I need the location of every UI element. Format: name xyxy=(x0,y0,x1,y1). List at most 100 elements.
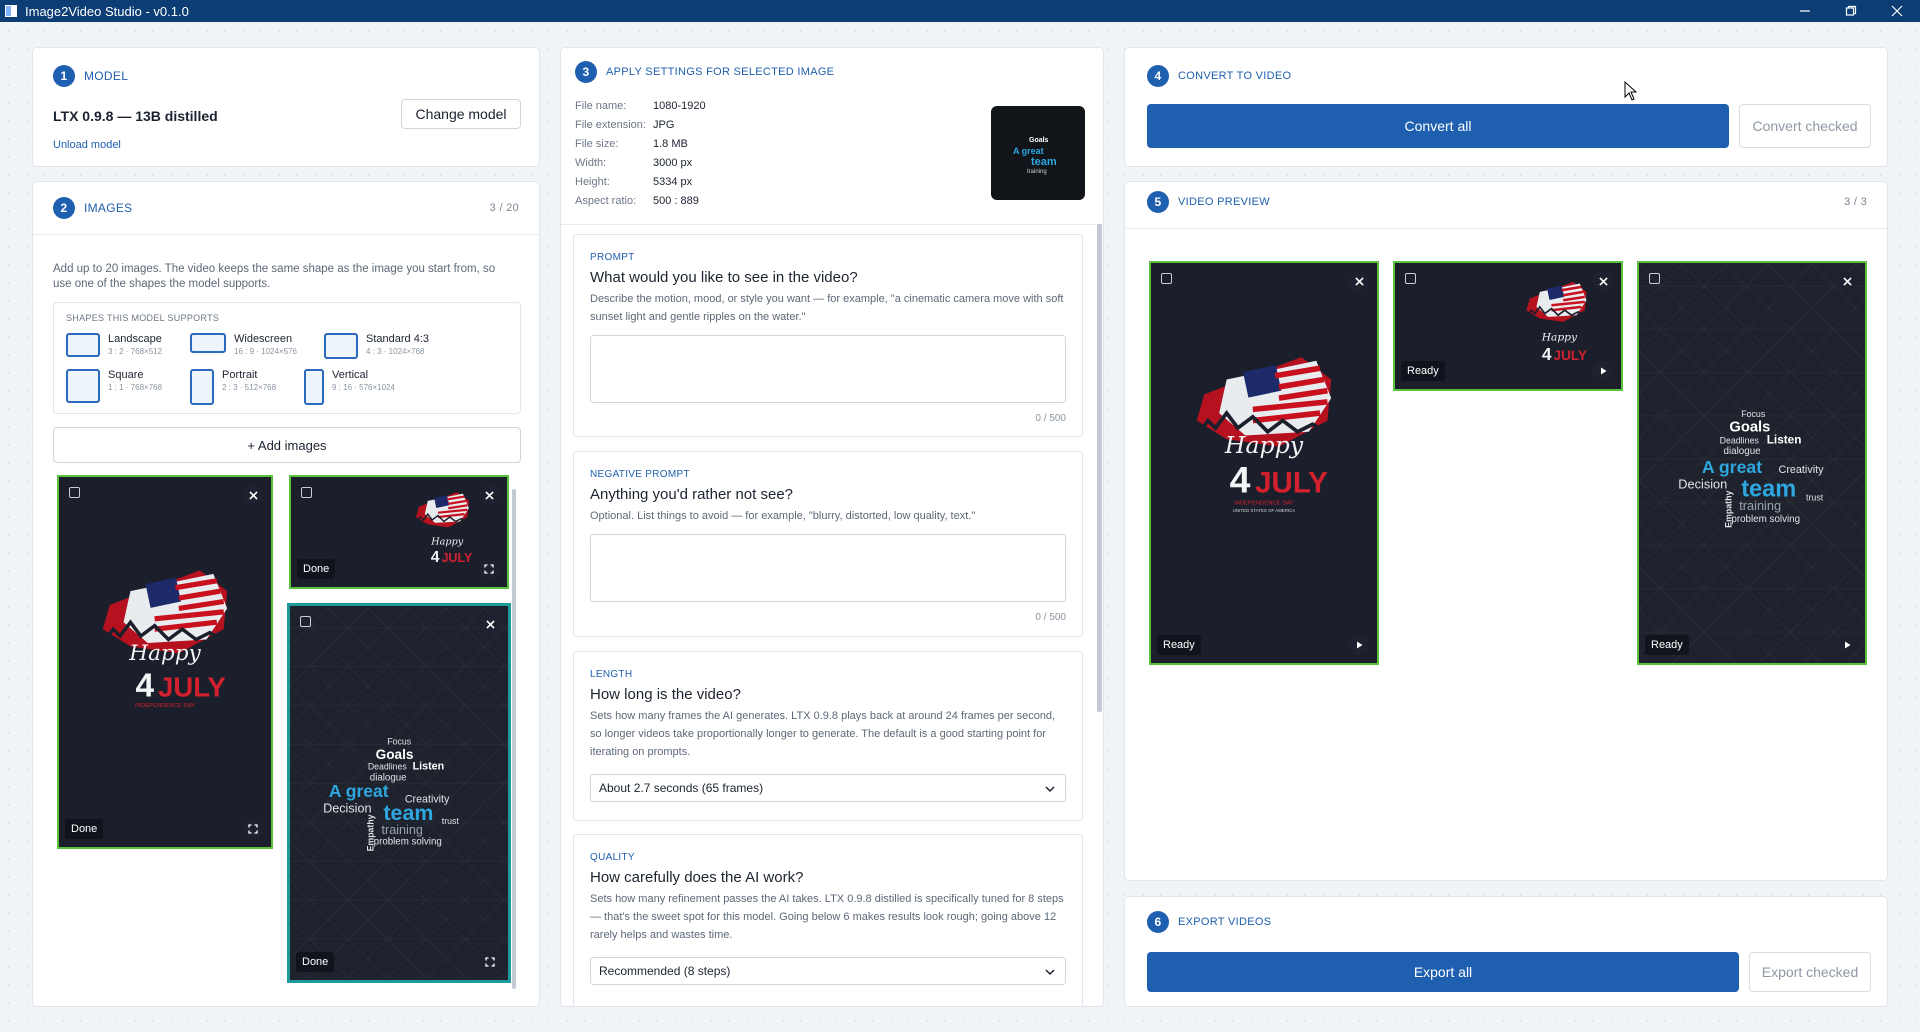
select-checkbox[interactable] xyxy=(1161,273,1172,284)
select-checkbox[interactable] xyxy=(301,487,312,498)
remove-video-button[interactable] xyxy=(1349,271,1369,291)
shape-spec: 16 : 9 · 1024×576 xyxy=(234,347,297,356)
shape-name: Vertical xyxy=(332,369,369,381)
art-july: JULY xyxy=(1554,348,1587,363)
add-images-button[interactable]: + Add images xyxy=(53,427,521,463)
image-thumbnail-2[interactable]: Happy 4 JULY Done xyxy=(289,475,509,589)
close-icon xyxy=(248,490,258,500)
remove-video-button[interactable] xyxy=(1593,271,1613,291)
unload-model-link[interactable]: Unload model xyxy=(53,139,121,151)
meta-value: JPG xyxy=(653,119,675,131)
play-button[interactable] xyxy=(1837,635,1857,655)
wc-goals: Goals xyxy=(1729,420,1770,436)
expand-button[interactable] xyxy=(479,559,499,579)
step-number: 2 xyxy=(53,197,75,219)
card-title: What would you like to see in the video? xyxy=(590,269,858,286)
card-label: PROMPT xyxy=(590,252,635,263)
meta-value: 1.8 MB xyxy=(653,138,688,150)
minimize-icon xyxy=(1800,10,1810,12)
export-all-button[interactable]: Export all xyxy=(1147,952,1739,992)
wc-team: team xyxy=(1031,156,1057,168)
minimize-button[interactable] xyxy=(1782,0,1828,22)
art-sub: INDEPENDENCE DAY xyxy=(1234,500,1294,506)
step-number: 6 xyxy=(1147,911,1169,933)
length-select[interactable]: About 2.7 seconds (65 frames) xyxy=(590,774,1066,802)
select-checkbox[interactable] xyxy=(300,616,311,627)
video-thumbnail-3[interactable]: Focus Goals Deadlines Listen dialogue A … xyxy=(1637,261,1867,665)
wc-great: A great xyxy=(1702,457,1762,477)
card-title: How carefully does the AI work? xyxy=(590,869,804,886)
shape-spec: 2 : 3 · 512×768 xyxy=(222,383,277,392)
card-description: Sets how many frames the AI generates. L… xyxy=(590,710,1056,758)
shape-portrait: Portrait 2 : 3 · 512×768 xyxy=(190,369,276,405)
remove-image-button[interactable] xyxy=(479,485,499,505)
model-panel: 1 MODEL LTX 0.9.8 — 13B distilled Change… xyxy=(32,47,540,167)
close-icon xyxy=(1842,276,1852,286)
select-checkbox[interactable] xyxy=(69,487,80,498)
shape-name: Square xyxy=(108,369,144,381)
card-title: How long is the video? xyxy=(590,686,741,703)
convert-section-header: 4 CONVERT TO VIDEO xyxy=(1147,65,1291,87)
close-window-button[interactable] xyxy=(1874,0,1920,22)
video-thumbnail-2[interactable]: Happy 4 JULY Ready xyxy=(1393,261,1623,391)
prompt-input[interactable] xyxy=(590,335,1066,403)
window-title: Image2Video Studio - v0.1.0 xyxy=(25,3,189,19)
status-badge: Done xyxy=(65,819,104,839)
restore-button[interactable] xyxy=(1828,0,1874,22)
wc-great: A great xyxy=(1013,146,1044,156)
wc-problem: problem solving xyxy=(1731,514,1800,525)
shape-square: Square 1 : 1 · 768×768 xyxy=(66,369,162,403)
images-count: 3 / 20 xyxy=(489,202,519,214)
card-label: LENGTH xyxy=(590,669,633,680)
close-icon xyxy=(485,619,495,629)
play-button[interactable] xyxy=(1349,635,1369,655)
square-shape-icon xyxy=(66,369,100,403)
select-checkbox[interactable] xyxy=(1649,273,1660,284)
convert-checked-button[interactable]: Convert checked xyxy=(1739,104,1871,148)
change-model-button[interactable]: Change model xyxy=(401,99,521,129)
section-heading: IMAGES xyxy=(84,201,133,215)
video-thumbnail-1[interactable]: Happy 4 JULY INDEPENDENCE DAY UNITED STA… xyxy=(1149,261,1379,665)
export-checked-button[interactable]: Export checked xyxy=(1749,952,1871,992)
shape-name: Landscape xyxy=(108,333,162,345)
art-july: JULY xyxy=(1255,466,1328,499)
teamwork-video: Focus Goals Deadlines Listen dialogue A … xyxy=(1639,264,1865,662)
wc-goals: Goals xyxy=(1029,137,1049,144)
section-heading: MODEL xyxy=(84,69,129,83)
video-preview-panel: 5 VIDEO PREVIEW 3 / 3 Happy 4 JULY INDEP… xyxy=(1124,181,1888,881)
wc-goals: Goals xyxy=(376,747,414,762)
image-thumbnail-3-selected[interactable]: Focus Goals Deadlines Listen dialogue A … xyxy=(287,603,511,983)
remove-image-button[interactable] xyxy=(243,485,263,505)
art-four: 4 xyxy=(136,667,155,704)
image-thumbnail-1[interactable]: Happy 4 JULY INDEPENDENCE DAY Done xyxy=(57,475,273,849)
expand-button[interactable] xyxy=(243,819,263,839)
remove-image-button[interactable] xyxy=(480,614,500,634)
shape-name: Widescreen xyxy=(234,333,293,345)
meta-value: 500 : 889 xyxy=(653,195,699,207)
character-count: 0 / 500 xyxy=(1035,612,1066,623)
length-card: LENGTH How long is the video? Sets how m… xyxy=(573,651,1083,821)
shape-standard: Standard 4:3 4 : 3 · 1024×768 xyxy=(324,333,429,359)
status-badge: Done xyxy=(297,559,336,579)
convert-all-button[interactable]: Convert all xyxy=(1147,104,1729,148)
wc-listen: Listen xyxy=(413,761,444,773)
art-four: 4 xyxy=(1542,344,1552,364)
images-panel: 2 IMAGES 3 / 20 Add up to 20 images. The… xyxy=(32,181,540,1007)
select-checkbox[interactable] xyxy=(1405,273,1416,284)
play-button[interactable] xyxy=(1593,361,1613,381)
wc-focus: Focus xyxy=(1741,409,1766,419)
wc-problem: problem solving xyxy=(374,837,442,848)
remove-video-button[interactable] xyxy=(1837,271,1857,291)
negative-prompt-input[interactable] xyxy=(590,534,1066,602)
supported-shapes-box: SHAPES THIS MODEL SUPPORTS Landscape 3 : … xyxy=(53,302,521,414)
wc-empathy: Empathy xyxy=(366,814,376,851)
images-scrollbar[interactable] xyxy=(512,489,516,989)
shape-landscape: Landscape 3 : 2 · 768×512 xyxy=(66,333,162,357)
play-icon xyxy=(1601,367,1607,375)
character-count: 0 / 500 xyxy=(1035,413,1066,424)
settings-scrollbar[interactable] xyxy=(1097,224,1102,712)
landscape-shape-icon xyxy=(66,333,100,357)
shape-vertical: Vertical 9 : 16 · 576×1024 xyxy=(304,369,395,405)
expand-button[interactable] xyxy=(480,952,500,972)
quality-select[interactable]: Recommended (8 steps) xyxy=(590,957,1066,985)
